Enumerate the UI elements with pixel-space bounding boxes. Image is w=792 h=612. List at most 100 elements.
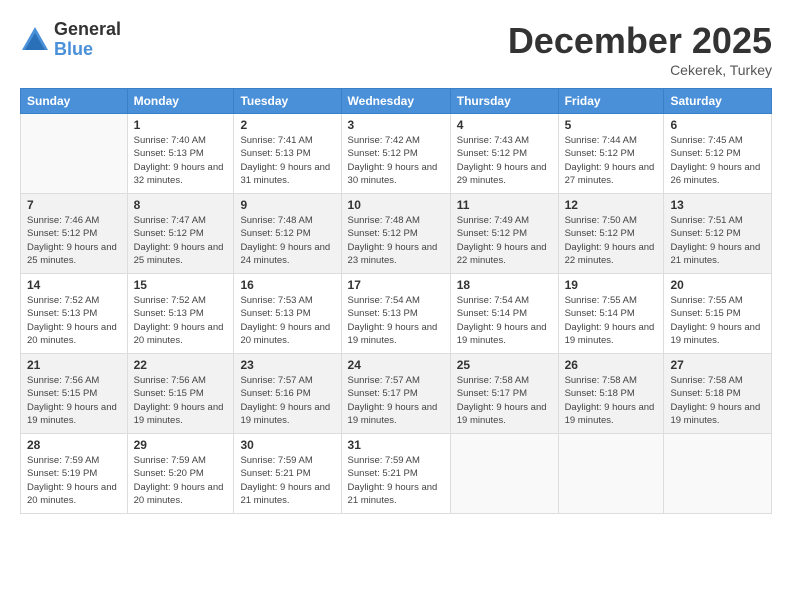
day-number: 11 bbox=[457, 198, 552, 212]
day-number: 26 bbox=[565, 358, 658, 372]
day-number: 18 bbox=[457, 278, 552, 292]
calendar-cell: 8 Sunrise: 7:47 AM Sunset: 5:12 PM Daylig… bbox=[127, 194, 234, 274]
day-info: Sunrise: 7:53 AM Sunset: 5:13 PM Dayligh… bbox=[240, 294, 334, 347]
day-info: Sunrise: 7:41 AM Sunset: 5:13 PM Dayligh… bbox=[240, 134, 334, 187]
calendar-cell: 16 Sunrise: 7:53 AM Sunset: 5:13 PM Dayli… bbox=[234, 274, 341, 354]
calendar-cell: 13Sunrise: 7:51 AM Sunset: 5:12 PM Dayli… bbox=[664, 194, 772, 274]
calendar-cell: 6 Sunrise: 7:45 AM Sunset: 5:12 PM Daylig… bbox=[664, 114, 772, 194]
calendar-cell: 1 Sunrise: 7:40 AM Sunset: 5:13 PM Daylig… bbox=[127, 114, 234, 194]
day-number: 6 bbox=[670, 118, 765, 132]
calendar-cell: 11Sunrise: 7:49 AM Sunset: 5:12 PM Dayli… bbox=[450, 194, 558, 274]
day-number: 4 bbox=[457, 118, 552, 132]
day-info: Sunrise: 7:54 AM Sunset: 5:13 PM Dayligh… bbox=[348, 294, 444, 347]
day-number: 1 bbox=[134, 118, 228, 132]
day-info: Sunrise: 7:55 AM Sunset: 5:14 PM Dayligh… bbox=[565, 294, 658, 347]
logo-text: General Blue bbox=[54, 20, 121, 60]
day-info: Sunrise: 7:45 AM Sunset: 5:12 PM Dayligh… bbox=[670, 134, 765, 187]
logo: General Blue bbox=[20, 20, 121, 60]
day-number: 21 bbox=[27, 358, 121, 372]
header-monday: Monday bbox=[127, 89, 234, 114]
calendar-cell: 5 Sunrise: 7:44 AM Sunset: 5:12 PM Daylig… bbox=[558, 114, 664, 194]
calendar-cell: 28 Sunrise: 7:59 AM Sunset: 5:19 PM Dayli… bbox=[21, 434, 128, 514]
day-number: 8 bbox=[134, 198, 228, 212]
calendar-cell: 10 Sunrise: 7:48 AM Sunset: 5:12 PM Dayli… bbox=[341, 194, 450, 274]
day-number: 29 bbox=[134, 438, 228, 452]
header-thursday: Thursday bbox=[450, 89, 558, 114]
header-sunday: Sunday bbox=[21, 89, 128, 114]
day-info: Sunrise: 7:44 AM Sunset: 5:12 PM Dayligh… bbox=[565, 134, 658, 187]
calendar-cell: 17 Sunrise: 7:54 AM Sunset: 5:13 PM Dayli… bbox=[341, 274, 450, 354]
day-number: 15 bbox=[134, 278, 228, 292]
calendar-cell: 25 Sunrise: 7:58 AM Sunset: 5:17 PM Dayli… bbox=[450, 354, 558, 434]
day-number: 7 bbox=[27, 198, 121, 212]
calendar-cell: 30 Sunrise: 7:59 AM Sunset: 5:21 PM Dayli… bbox=[234, 434, 341, 514]
logo-icon bbox=[20, 25, 50, 55]
day-number: 17 bbox=[348, 278, 444, 292]
calendar-week-row: 14 Sunrise: 7:52 AM Sunset: 5:13 PM Dayli… bbox=[21, 274, 772, 354]
day-info: Sunrise: 7:58 AM Sunset: 5:18 PM Dayligh… bbox=[565, 374, 658, 427]
day-info: Sunrise: 7:50 AM Sunset: 5:12 PM Dayligh… bbox=[565, 214, 658, 267]
day-info: Sunrise: 7:58 AM Sunset: 5:18 PM Dayligh… bbox=[670, 374, 765, 427]
day-info: Sunrise: 7:48 AM Sunset: 5:12 PM Dayligh… bbox=[240, 214, 334, 267]
calendar-cell: 19Sunrise: 7:55 AM Sunset: 5:14 PM Dayli… bbox=[558, 274, 664, 354]
day-number: 25 bbox=[457, 358, 552, 372]
day-number: 5 bbox=[565, 118, 658, 132]
day-number: 20 bbox=[670, 278, 765, 292]
calendar-cell: 20Sunrise: 7:55 AM Sunset: 5:15 PM Dayli… bbox=[664, 274, 772, 354]
location-subtitle: Cekerek, Turkey bbox=[508, 62, 772, 78]
calendar-cell: 12 Sunrise: 7:50 AM Sunset: 5:12 PM Dayli… bbox=[558, 194, 664, 274]
day-number: 27 bbox=[670, 358, 765, 372]
day-info: Sunrise: 7:57 AM Sunset: 5:17 PM Dayligh… bbox=[348, 374, 444, 427]
weekday-header-row: Sunday Monday Tuesday Wednesday Thursday… bbox=[21, 89, 772, 114]
calendar-cell: 14 Sunrise: 7:52 AM Sunset: 5:13 PM Dayli… bbox=[21, 274, 128, 354]
calendar-cell: 18Sunrise: 7:54 AM Sunset: 5:14 PM Dayli… bbox=[450, 274, 558, 354]
logo-blue: Blue bbox=[54, 40, 121, 60]
month-title: December 2025 bbox=[508, 20, 772, 62]
calendar-cell: 27 Sunrise: 7:58 AM Sunset: 5:18 PM Dayli… bbox=[664, 354, 772, 434]
day-info: Sunrise: 7:46 AM Sunset: 5:12 PM Dayligh… bbox=[27, 214, 121, 267]
calendar-table: Sunday Monday Tuesday Wednesday Thursday… bbox=[20, 88, 772, 514]
header-tuesday: Tuesday bbox=[234, 89, 341, 114]
calendar-week-row: 7 Sunrise: 7:46 AM Sunset: 5:12 PM Daylig… bbox=[21, 194, 772, 274]
day-number: 9 bbox=[240, 198, 334, 212]
day-info: Sunrise: 7:59 AM Sunset: 5:19 PM Dayligh… bbox=[27, 454, 121, 507]
calendar-cell: 21 Sunrise: 7:56 AM Sunset: 5:15 PM Dayli… bbox=[21, 354, 128, 434]
day-info: Sunrise: 7:58 AM Sunset: 5:17 PM Dayligh… bbox=[457, 374, 552, 427]
header-wednesday: Wednesday bbox=[341, 89, 450, 114]
day-info: Sunrise: 7:59 AM Sunset: 5:21 PM Dayligh… bbox=[348, 454, 444, 507]
calendar-page: General Blue December 2025 Cekerek, Turk… bbox=[0, 0, 792, 612]
day-info: Sunrise: 7:40 AM Sunset: 5:13 PM Dayligh… bbox=[134, 134, 228, 187]
day-info: Sunrise: 7:48 AM Sunset: 5:12 PM Dayligh… bbox=[348, 214, 444, 267]
calendar-cell: 9 Sunrise: 7:48 AM Sunset: 5:12 PM Daylig… bbox=[234, 194, 341, 274]
day-number: 12 bbox=[565, 198, 658, 212]
day-info: Sunrise: 7:59 AM Sunset: 5:21 PM Dayligh… bbox=[240, 454, 334, 507]
day-number: 30 bbox=[240, 438, 334, 452]
day-number: 16 bbox=[240, 278, 334, 292]
calendar-cell bbox=[558, 434, 664, 514]
day-info: Sunrise: 7:59 AM Sunset: 5:20 PM Dayligh… bbox=[134, 454, 228, 507]
day-number: 28 bbox=[27, 438, 121, 452]
day-info: Sunrise: 7:43 AM Sunset: 5:12 PM Dayligh… bbox=[457, 134, 552, 187]
day-info: Sunrise: 7:51 AM Sunset: 5:12 PM Dayligh… bbox=[670, 214, 765, 267]
day-number: 24 bbox=[348, 358, 444, 372]
title-block: December 2025 Cekerek, Turkey bbox=[508, 20, 772, 78]
calendar-cell: 2 Sunrise: 7:41 AM Sunset: 5:13 PM Daylig… bbox=[234, 114, 341, 194]
day-info: Sunrise: 7:56 AM Sunset: 5:15 PM Dayligh… bbox=[27, 374, 121, 427]
day-number: 14 bbox=[27, 278, 121, 292]
day-info: Sunrise: 7:57 AM Sunset: 5:16 PM Dayligh… bbox=[240, 374, 334, 427]
calendar-cell: 3Sunrise: 7:42 AM Sunset: 5:12 PM Daylig… bbox=[341, 114, 450, 194]
day-number: 22 bbox=[134, 358, 228, 372]
day-number: 2 bbox=[240, 118, 334, 132]
calendar-cell bbox=[450, 434, 558, 514]
day-info: Sunrise: 7:52 AM Sunset: 5:13 PM Dayligh… bbox=[27, 294, 121, 347]
calendar-cell: 24 Sunrise: 7:57 AM Sunset: 5:17 PM Dayli… bbox=[341, 354, 450, 434]
day-info: Sunrise: 7:52 AM Sunset: 5:13 PM Dayligh… bbox=[134, 294, 228, 347]
calendar-cell bbox=[21, 114, 128, 194]
day-number: 10 bbox=[348, 198, 444, 212]
calendar-cell: 4 Sunrise: 7:43 AM Sunset: 5:12 PM Daylig… bbox=[450, 114, 558, 194]
day-info: Sunrise: 7:47 AM Sunset: 5:12 PM Dayligh… bbox=[134, 214, 228, 267]
day-number: 23 bbox=[240, 358, 334, 372]
header-friday: Friday bbox=[558, 89, 664, 114]
day-number: 3 bbox=[348, 118, 444, 132]
day-number: 31 bbox=[348, 438, 444, 452]
